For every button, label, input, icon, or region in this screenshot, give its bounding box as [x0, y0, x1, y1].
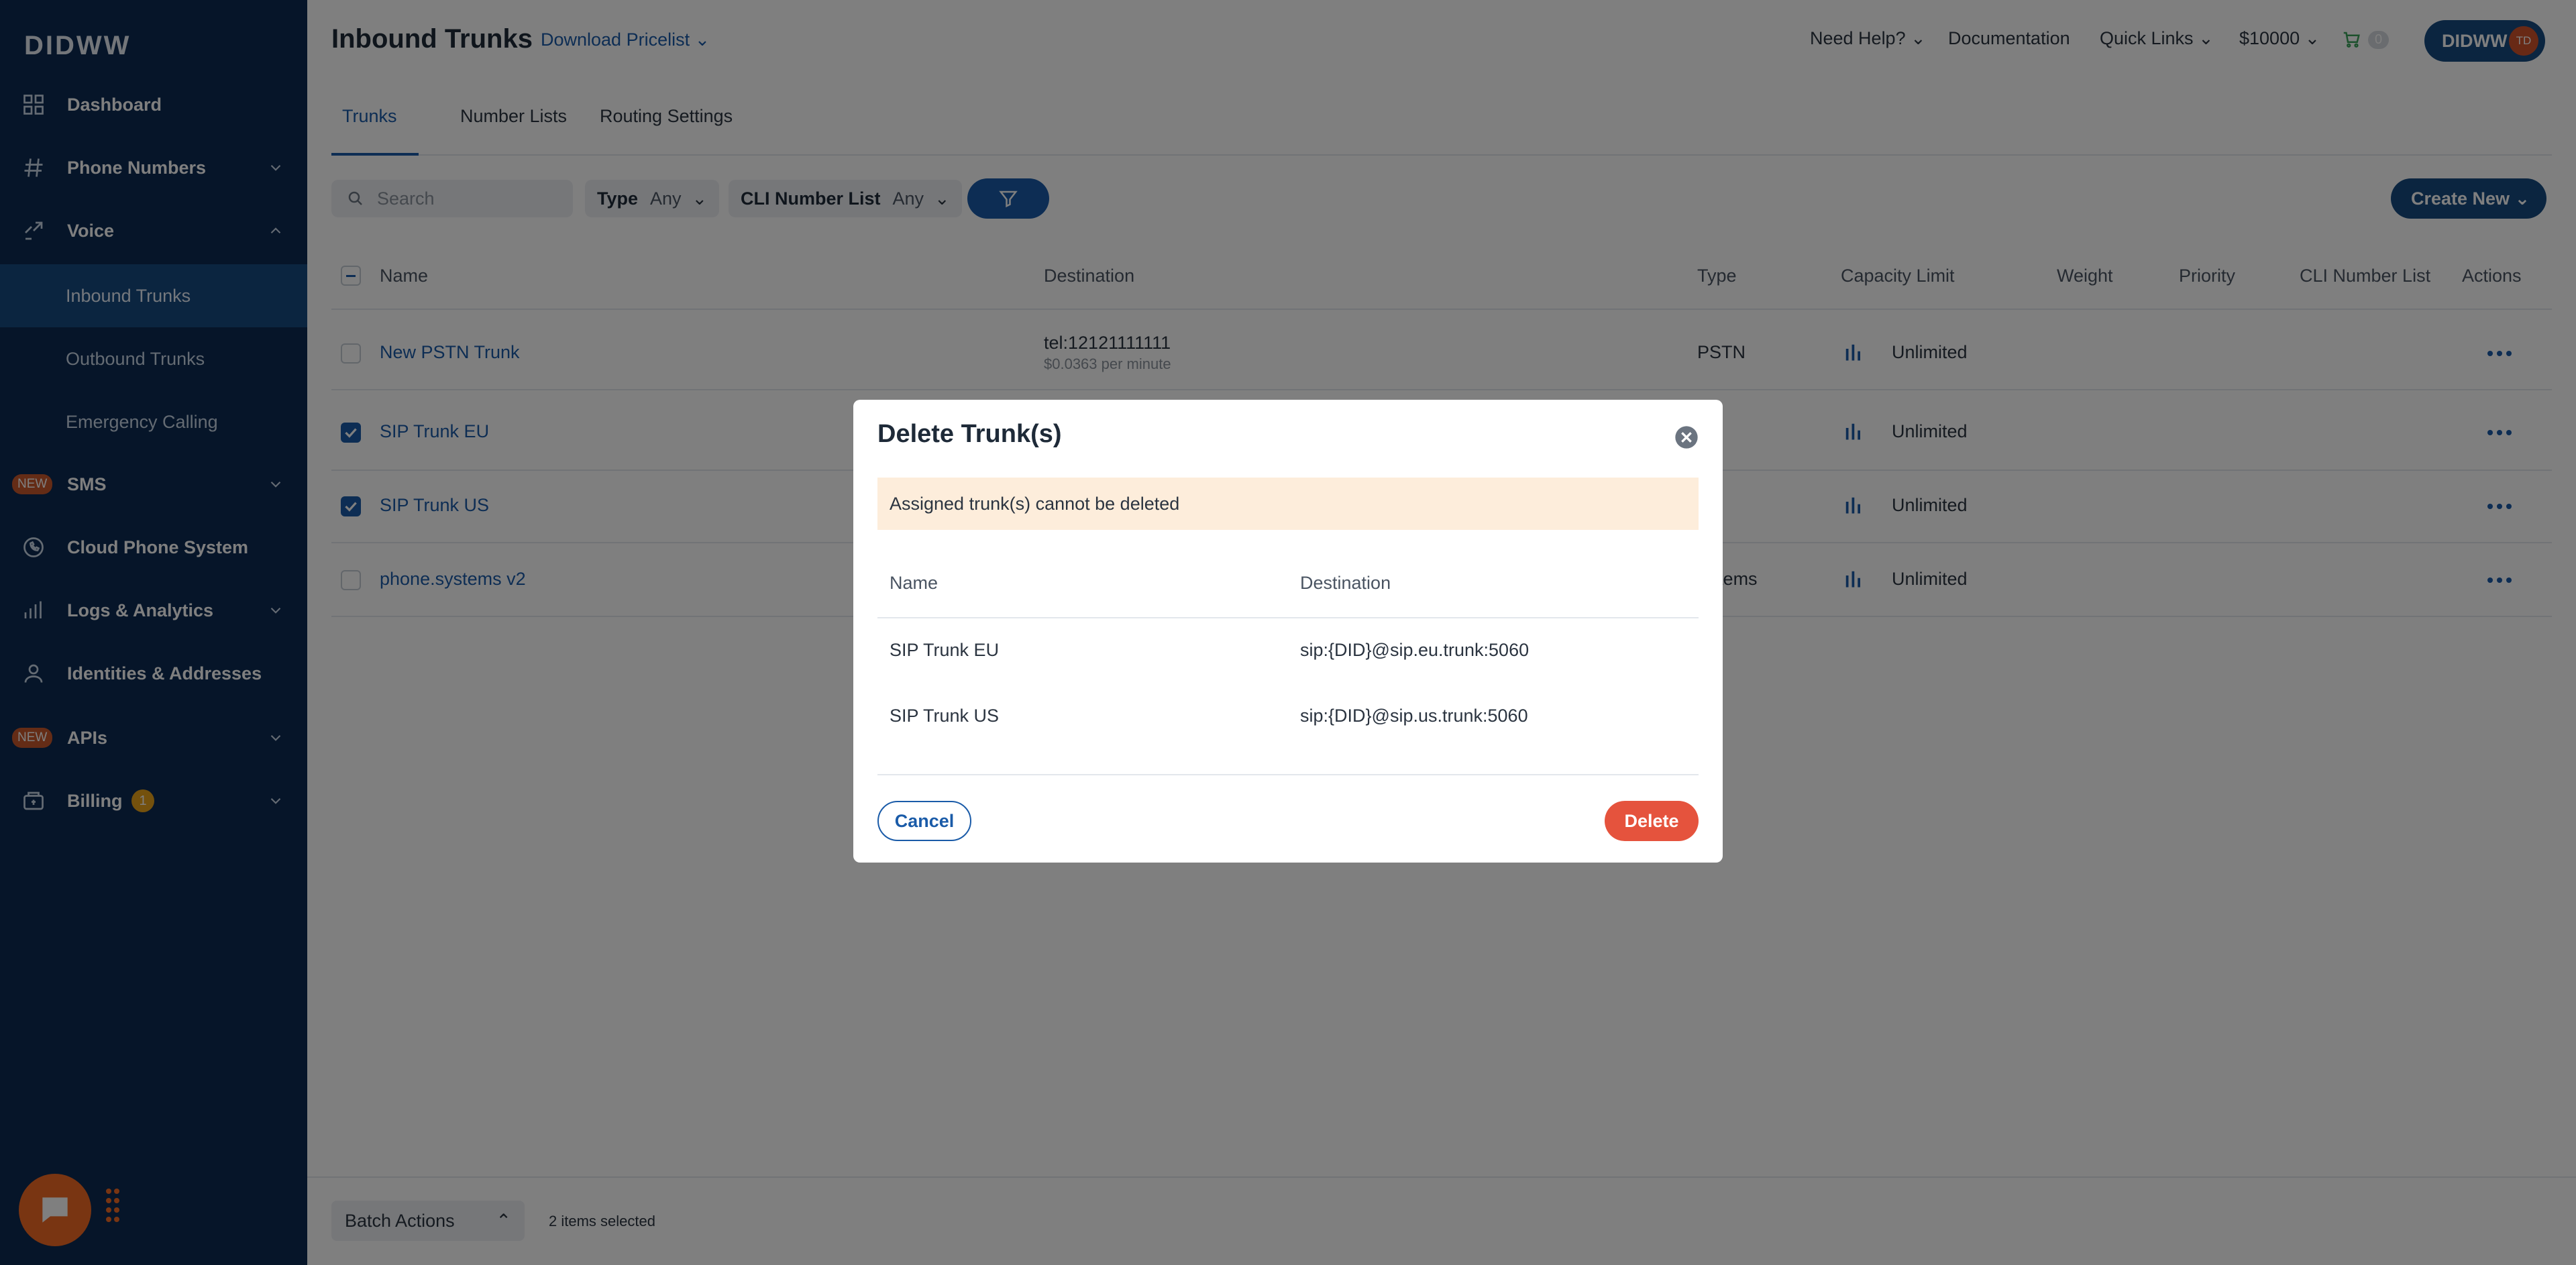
trunk-destination: sip:{DID}@sip.us.trunk:5060	[1300, 706, 1528, 726]
cancel-label: Cancel	[894, 810, 955, 831]
divider	[877, 774, 1699, 775]
delete-button[interactable]: Delete	[1605, 801, 1699, 841]
delete-trunks-dialog: Delete Trunk(s) Assigned trunk(s) cannot…	[853, 400, 1723, 863]
column-header-destination: Destination	[1300, 573, 1391, 593]
cancel-button[interactable]: Cancel	[877, 801, 971, 841]
close-icon[interactable]	[1673, 424, 1700, 451]
trunk-destination: sip:{DID}@sip.eu.trunk:5060	[1300, 640, 1529, 660]
delete-label: Delete	[1624, 810, 1679, 831]
divider	[877, 617, 1699, 618]
column-header-name: Name	[890, 573, 938, 593]
warning-banner: Assigned trunk(s) cannot be deleted	[877, 478, 1699, 530]
warning-text: Assigned trunk(s) cannot be deleted	[890, 493, 1180, 514]
trunk-name: SIP Trunk EU	[890, 640, 1000, 660]
dialog-title: Delete Trunk(s)	[877, 420, 1062, 448]
trunk-name: SIP Trunk US	[890, 706, 1000, 726]
